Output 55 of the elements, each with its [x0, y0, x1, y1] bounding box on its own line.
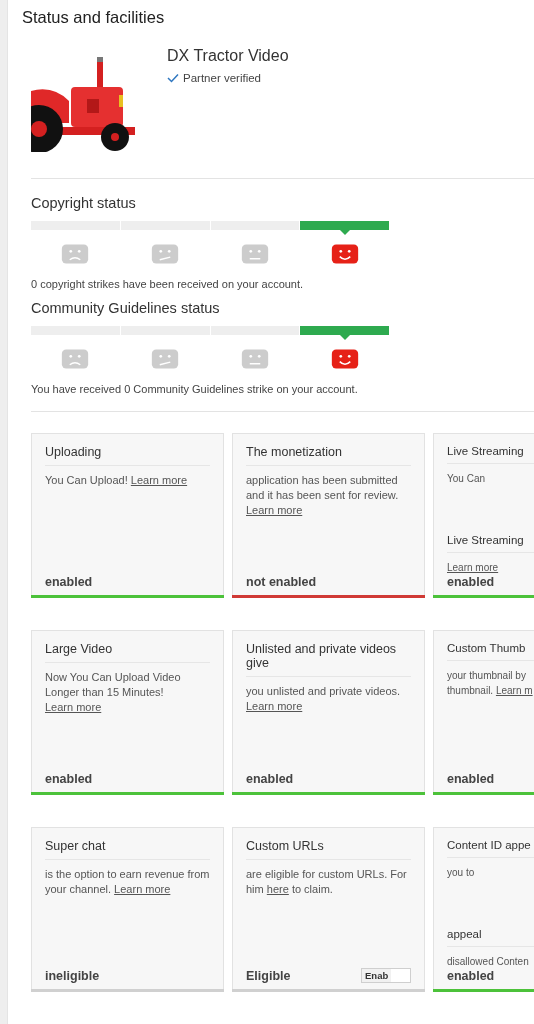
- face-icon: [151, 349, 180, 369]
- card-text: you to: [447, 866, 476, 880]
- learn-more-link[interactable]: Learn more: [246, 700, 303, 712]
- smiley-icon: [330, 349, 359, 369]
- feature-status: enabled: [45, 772, 93, 786]
- learn-more-link[interactable]: Learn more: [114, 883, 171, 895]
- face-icon: [61, 349, 90, 369]
- page-title: Status and facilities: [22, 8, 166, 27]
- card-text: You Can: [447, 472, 486, 486]
- face-icon: [240, 349, 269, 369]
- smiley-icon: [330, 244, 359, 264]
- face-icon: [151, 244, 180, 264]
- face-icon: [240, 244, 269, 264]
- feature-status: enabled: [45, 575, 93, 589]
- card-text: your thumbnail by thumbnail. Learn m: [447, 669, 534, 698]
- feature-status: enabled: [447, 969, 495, 983]
- learn-more-link[interactable]: Learn m: [495, 685, 533, 696]
- status-heading: Community Guidelines status: [31, 300, 221, 316]
- card-title: Custom URLs: [246, 839, 411, 860]
- feature-status: ineligible: [45, 969, 100, 983]
- card-title: Content ID appe: [447, 839, 534, 858]
- card-title: The monetization: [246, 445, 411, 466]
- feature-status: enabled: [447, 575, 495, 589]
- card-title: Custom Thumb: [447, 642, 534, 661]
- check-icon: [167, 73, 179, 83]
- card-text: Now You Can Upload Video Longer than 15 Minutes! Learn more: [45, 670, 182, 715]
- learn-more-link[interactable]: Learn more: [130, 474, 188, 486]
- feature-status: Eligible: [246, 968, 291, 983]
- card-title: appeal: [447, 928, 534, 947]
- card-text: You Can Upload! Learn more: [45, 473, 189, 488]
- card-text: application has been submitted and it has been sent for review. Learn more: [246, 473, 400, 518]
- learn-more-link[interactable]: Learn more: [45, 701, 102, 713]
- card-text: are eligible for custom URLs. For him here to claim.: [246, 867, 408, 897]
- verified-label: Partner verified: [183, 72, 261, 84]
- card-title: Large Video: [45, 642, 210, 663]
- card-title: Live Streaming: [447, 445, 534, 464]
- card-title: Uploading: [45, 445, 210, 466]
- card-text: you unlisted and private videos. Learn more: [246, 684, 402, 714]
- channel-name: DX Tractor Video: [167, 47, 289, 65]
- card-text: is the option to earn revenue from your channel. Learn more: [45, 867, 210, 897]
- status-note: You have received 0 Community Guidelines strike on your account.: [31, 383, 359, 395]
- card-title: Unlisted and private videos give: [246, 642, 411, 677]
- feature-status: enabled: [447, 772, 495, 786]
- learn-more-link[interactable]: Learn more: [246, 504, 303, 516]
- card-text: disallowed Conten: [447, 955, 530, 969]
- card-title: Super chat: [45, 839, 210, 860]
- card-title: Live Streaming: [447, 534, 534, 553]
- status-heading: Copyright status: [31, 195, 137, 211]
- learn-more-link[interactable]: Learn more: [447, 562, 499, 573]
- learn-more-link[interactable]: here: [266, 883, 289, 895]
- enable-toggle[interactable]: Enab: [361, 968, 411, 983]
- face-icon: [61, 244, 90, 264]
- feature-status: enabled: [246, 772, 294, 786]
- feature-status: not enabled: [246, 575, 317, 589]
- status-note: 0 copyright strikes have been received on your account.: [31, 278, 305, 290]
